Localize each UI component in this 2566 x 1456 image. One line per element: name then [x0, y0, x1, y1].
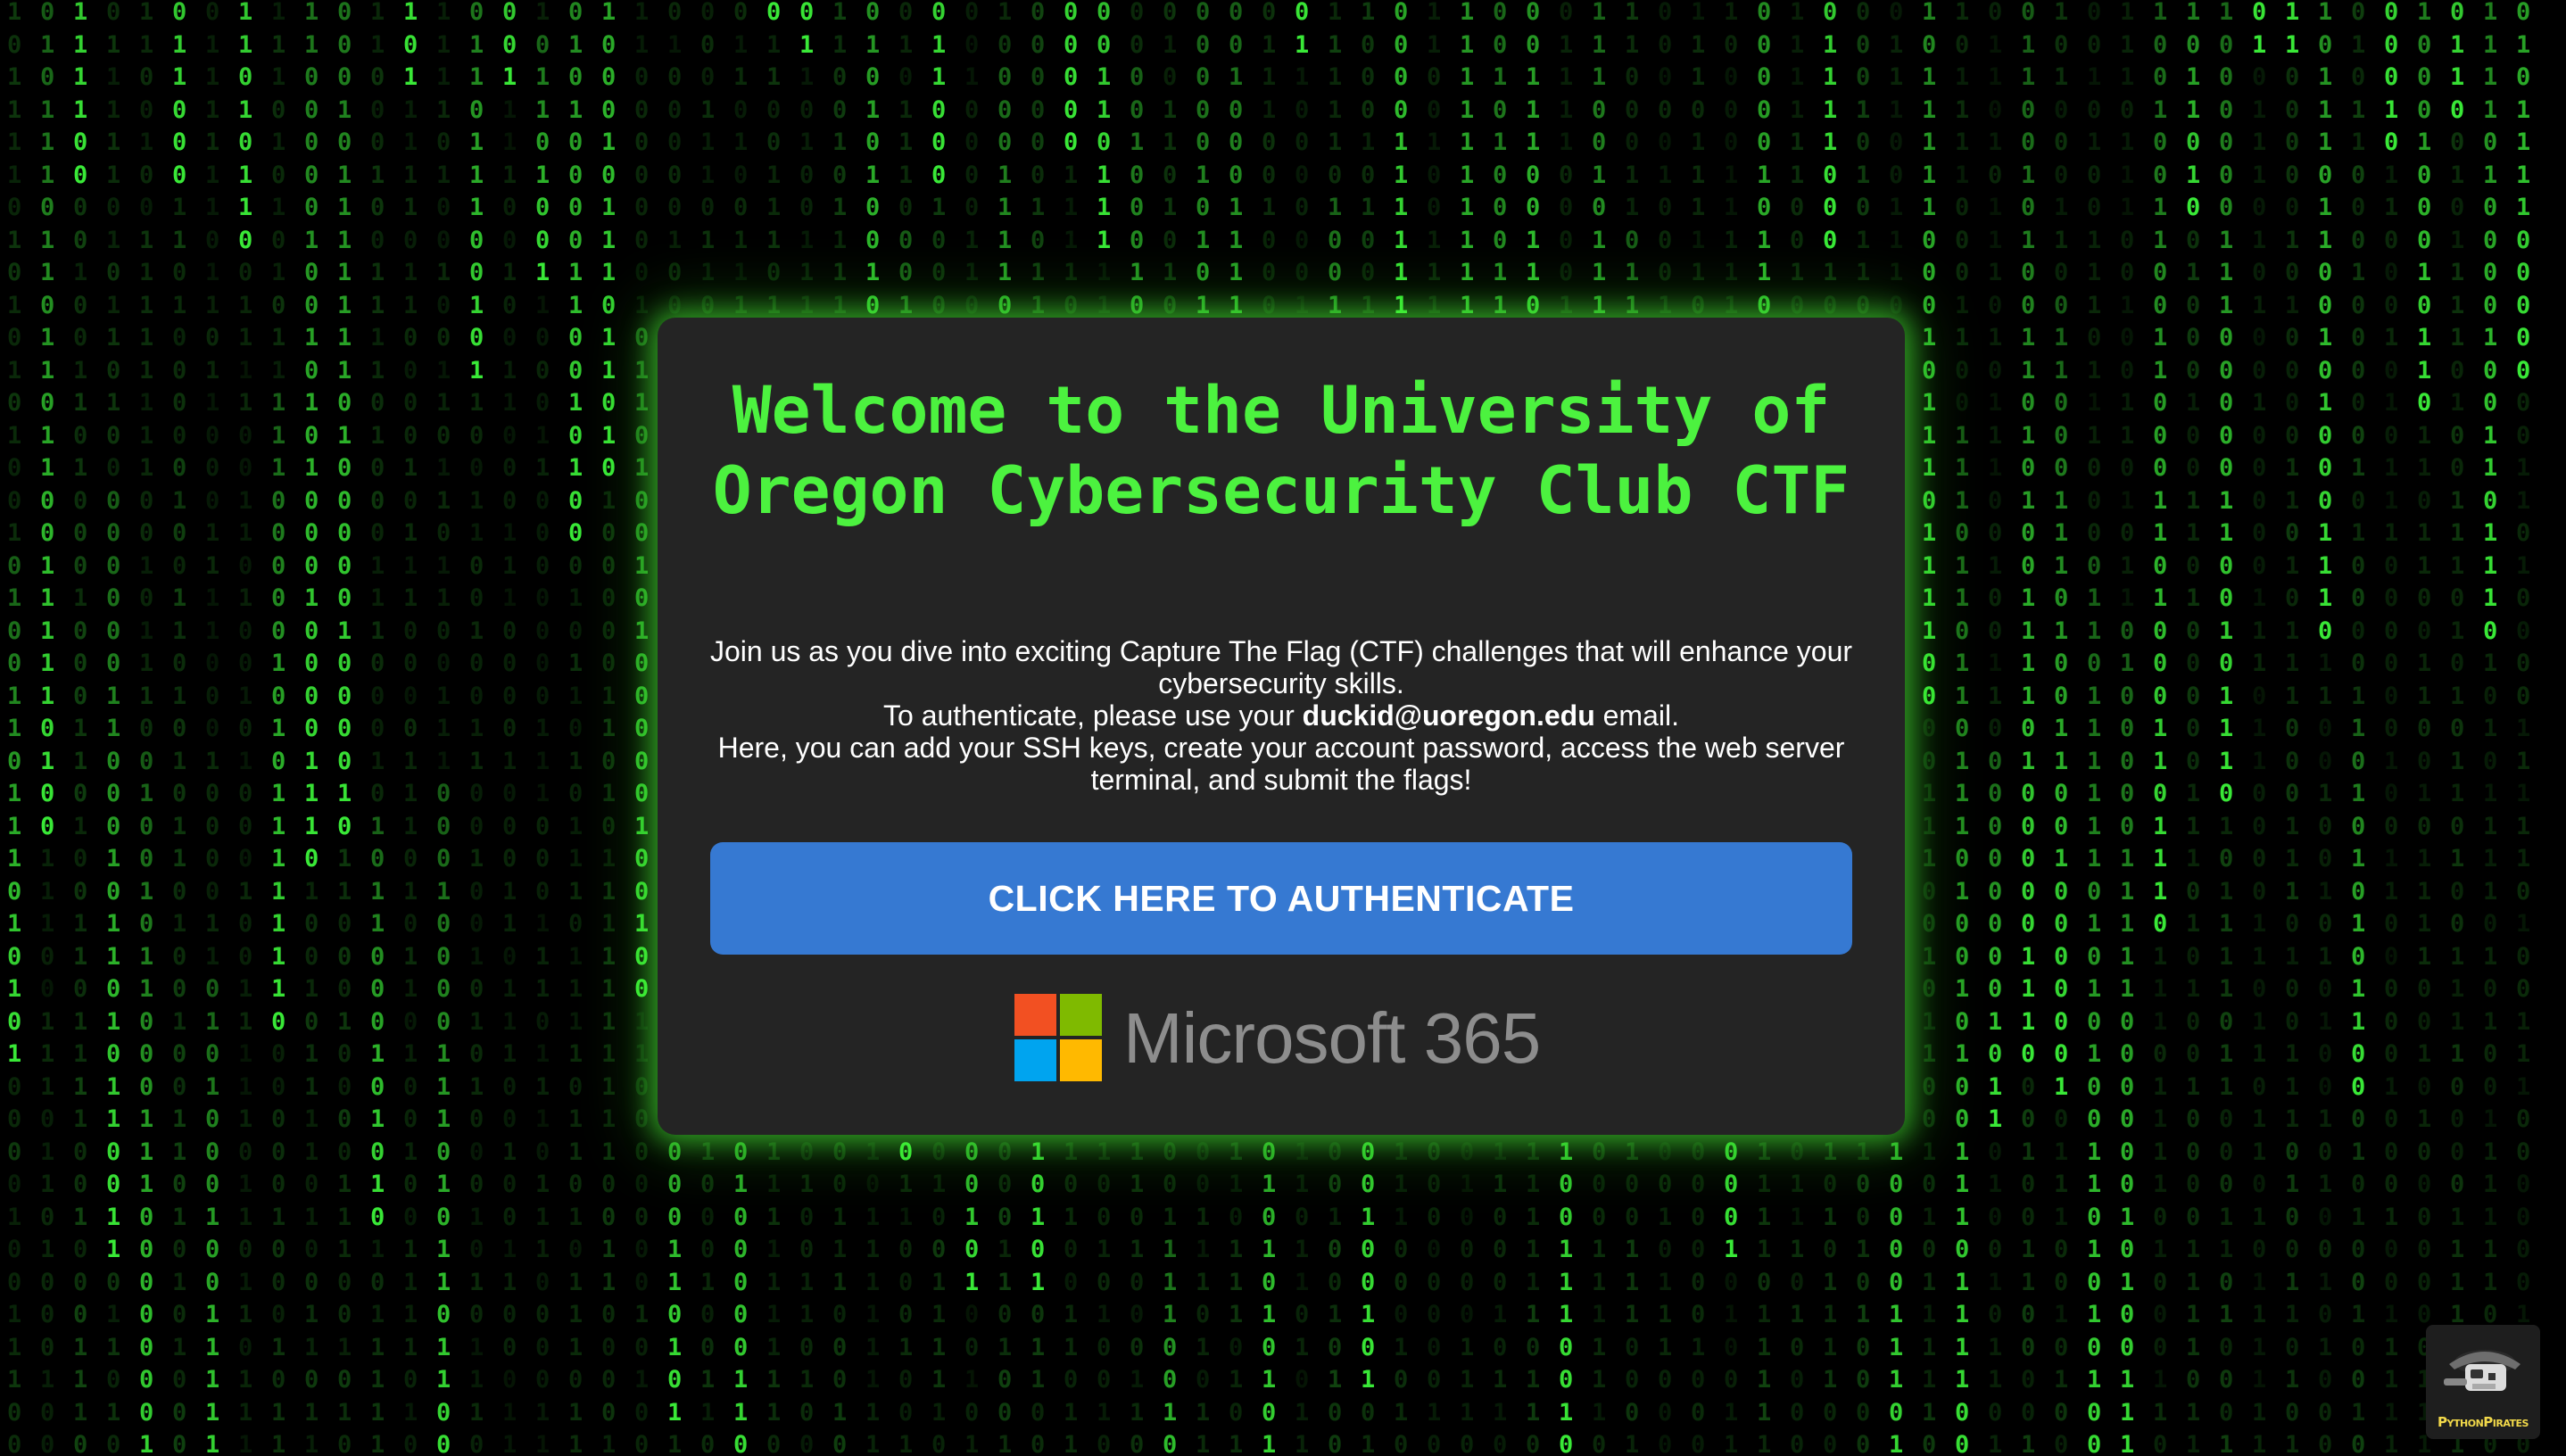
- authenticate-button[interactable]: CLICK HERE TO AUTHENTICATE: [710, 842, 1852, 955]
- intro-text: Join us as you dive into exciting Captur…: [693, 635, 1869, 699]
- description: Join us as you dive into exciting Captur…: [693, 635, 1869, 796]
- microsoft-logo-icon: [1014, 994, 1102, 1081]
- auth-prefix: To authenticate, please use your: [883, 699, 1295, 732]
- auth-instructions: To authenticate, please use your duckid@…: [693, 699, 1869, 732]
- details-text: Here, you can add your SSH keys, create …: [693, 732, 1869, 796]
- welcome-card: Welcome to the University of Oregon Cybe…: [658, 318, 1905, 1135]
- auth-email: duckid@uoregon.edu: [1303, 699, 1595, 732]
- auth-suffix: email.: [1603, 699, 1679, 732]
- python-pirates-text: PythonPirates: [2426, 1414, 2540, 1430]
- python-pirates-badge[interactable]: PythonPirates: [2426, 1325, 2540, 1439]
- page-title: Welcome to the University of Oregon Cybe…: [693, 371, 1869, 532]
- microsoft-365-logo: Microsoft 365: [1014, 994, 1550, 1083]
- microsoft-365-text: Microsoft 365: [1123, 997, 1541, 1080]
